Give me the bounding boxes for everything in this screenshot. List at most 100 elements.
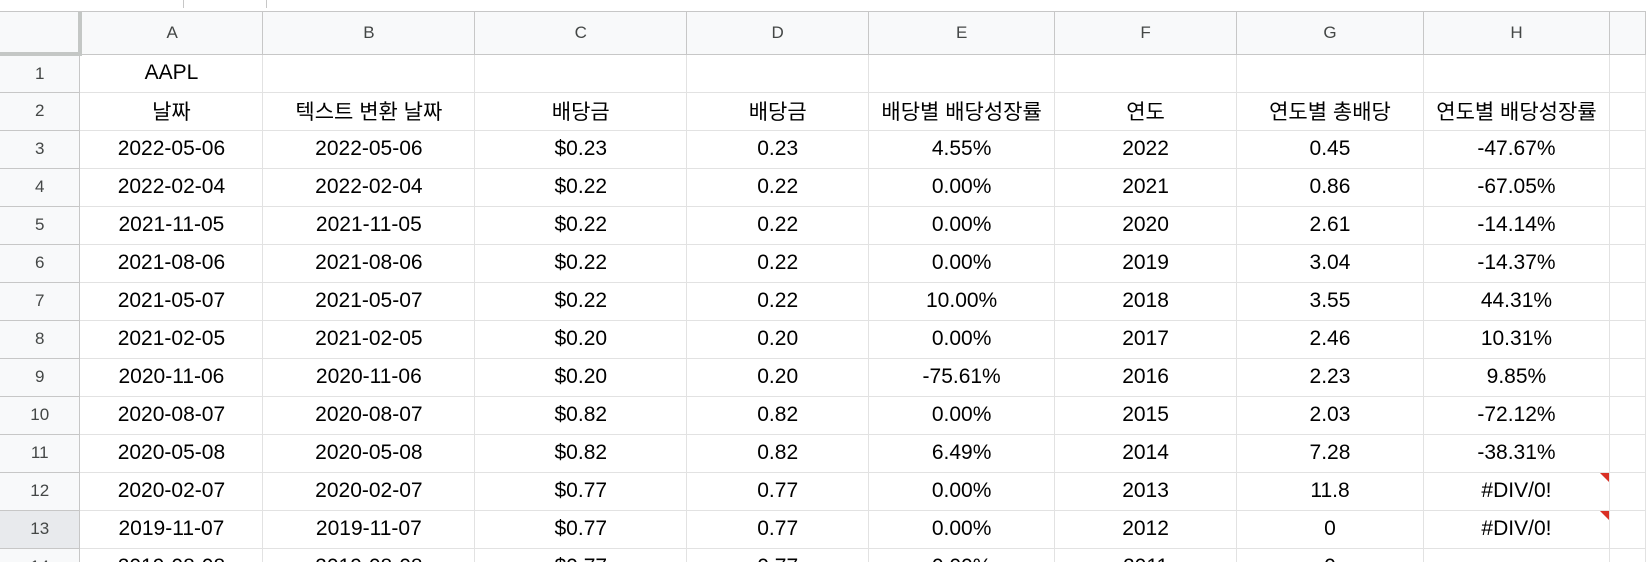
cell-a12[interactable]: 2020-02-07: [79, 472, 264, 511]
cell-a7[interactable]: 2021-05-07: [79, 282, 264, 321]
cell-b7[interactable]: 2021-05-07: [262, 282, 476, 321]
cell-overflow[interactable]: [1609, 130, 1646, 169]
cell-overflow[interactable]: [1609, 358, 1646, 397]
cell-b10[interactable]: 2020-08-07: [262, 396, 476, 435]
column-header-b[interactable]: B: [262, 12, 476, 55]
cell-a4[interactable]: 2022-02-04: [79, 168, 264, 207]
cell-h6[interactable]: -14.37%: [1423, 244, 1610, 283]
cell-overflow[interactable]: [1609, 434, 1646, 473]
cell-g4[interactable]: 0.86: [1236, 168, 1424, 207]
cell-h2[interactable]: 연도별 배당성장률: [1423, 92, 1610, 131]
cell-f13[interactable]: 2012: [1054, 510, 1238, 549]
cell-overflow[interactable]: [1609, 320, 1646, 359]
cell-d8[interactable]: 0.20: [686, 320, 870, 359]
cell-a13[interactable]: 2019-11-07: [79, 510, 264, 549]
cell-e10[interactable]: 0.00%: [868, 396, 1056, 435]
cell-e2[interactable]: 배당별 배당성장률: [868, 92, 1056, 131]
column-header-g[interactable]: G: [1236, 12, 1424, 55]
column-header-f[interactable]: F: [1054, 12, 1238, 55]
row-header[interactable]: 4: [0, 168, 81, 207]
cell-d7[interactable]: 0.22: [686, 282, 870, 321]
column-header-e[interactable]: E: [868, 12, 1056, 55]
row-header[interactable]: 3: [0, 130, 81, 169]
cell-g9[interactable]: 2.23: [1236, 358, 1424, 397]
cell-overflow[interactable]: [1609, 206, 1646, 245]
cell-e8[interactable]: 0.00%: [868, 320, 1056, 359]
cell-c3[interactable]: $0.23: [474, 130, 688, 169]
row-header[interactable]: 14: [0, 548, 81, 562]
row-header[interactable]: 13: [0, 510, 81, 549]
cell-e7[interactable]: 10.00%: [868, 282, 1056, 321]
column-header-overflow[interactable]: [1609, 12, 1646, 55]
cell-g6[interactable]: 3.04: [1236, 244, 1424, 283]
cell-g3[interactable]: 0.45: [1236, 130, 1424, 169]
cell-c13[interactable]: $0.77: [474, 510, 688, 549]
cell-h10[interactable]: -72.12%: [1423, 396, 1610, 435]
cell-f1[interactable]: [1054, 54, 1238, 93]
cell-a5[interactable]: 2021-11-05: [79, 206, 264, 245]
cell-d13[interactable]: 0.77: [686, 510, 870, 549]
cell-d5[interactable]: 0.22: [686, 206, 870, 245]
cell-overflow[interactable]: [1609, 244, 1646, 283]
cell-e5[interactable]: 0.00%: [868, 206, 1056, 245]
cell-b2[interactable]: 텍스트 변환 날짜: [262, 92, 476, 131]
cell-a14[interactable]: 2019-08-08: [79, 548, 264, 562]
cell-d4[interactable]: 0.22: [686, 168, 870, 207]
cell-g14[interactable]: 0: [1236, 548, 1424, 562]
row-header[interactable]: 12: [0, 472, 81, 511]
cell-d11[interactable]: 0.82: [686, 434, 870, 473]
cell-a11[interactable]: 2020-05-08: [79, 434, 264, 473]
cell-h7[interactable]: 44.31%: [1423, 282, 1610, 321]
cell-a2[interactable]: 날짜: [79, 92, 264, 131]
cell-f12[interactable]: 2013: [1054, 472, 1238, 511]
column-header-h[interactable]: H: [1423, 12, 1610, 55]
cell-g1[interactable]: [1236, 54, 1424, 93]
cell-grid[interactable]: ABCDEFGH 1 AAPL 2 날짜 텍스트 변환 날짜 배당금 배당금 배당별 배당성장…: [0, 12, 1646, 562]
cell-a10[interactable]: 2020-08-07: [79, 396, 264, 435]
cell-b5[interactable]: 2021-11-05: [262, 206, 476, 245]
cell-b13[interactable]: 2019-11-07: [262, 510, 476, 549]
row-header[interactable]: 1: [0, 54, 81, 93]
spreadsheet[interactable]: ABCDEFGH 1 AAPL 2 날짜 텍스트 변환 날짜 배당금 배당금 배당별 배당성장…: [0, 0, 1646, 562]
cell-c6[interactable]: $0.22: [474, 244, 688, 283]
cell-a3[interactable]: 2022-05-06: [79, 130, 264, 169]
cell-b14[interactable]: 2019-08-08: [262, 548, 476, 562]
cell-h13[interactable]: #DIV/0!: [1423, 510, 1610, 549]
cell-f5[interactable]: 2020: [1054, 206, 1238, 245]
cell-g2[interactable]: 연도별 총배당: [1236, 92, 1424, 131]
cell-e12[interactable]: 0.00%: [868, 472, 1056, 511]
cell-g11[interactable]: 7.28: [1236, 434, 1424, 473]
cell-overflow[interactable]: [1609, 168, 1646, 207]
cell-d9[interactable]: 0.20: [686, 358, 870, 397]
cell-c11[interactable]: $0.82: [474, 434, 688, 473]
cell-overflow[interactable]: [1609, 282, 1646, 321]
cell-b8[interactable]: 2021-02-05: [262, 320, 476, 359]
cell-overflow[interactable]: [1609, 92, 1646, 131]
cell-e1[interactable]: [868, 54, 1056, 93]
cell-b1[interactable]: [262, 54, 476, 93]
cell-f9[interactable]: 2016: [1054, 358, 1238, 397]
cell-overflow[interactable]: [1609, 396, 1646, 435]
cell-g10[interactable]: 2.03: [1236, 396, 1424, 435]
column-header-d[interactable]: D: [686, 12, 870, 55]
cell-h8[interactable]: 10.31%: [1423, 320, 1610, 359]
cell-overflow[interactable]: [1609, 510, 1646, 549]
cell-overflow[interactable]: [1609, 472, 1646, 511]
cell-d1[interactable]: [686, 54, 870, 93]
row-header[interactable]: 9: [0, 358, 81, 397]
cell-c10[interactable]: $0.82: [474, 396, 688, 435]
cell-a9[interactable]: 2020-11-06: [79, 358, 264, 397]
cell-g7[interactable]: 3.55: [1236, 282, 1424, 321]
cell-b6[interactable]: 2021-08-06: [262, 244, 476, 283]
cell-g13[interactable]: 0: [1236, 510, 1424, 549]
cell-c5[interactable]: $0.22: [474, 206, 688, 245]
cell-f7[interactable]: 2018: [1054, 282, 1238, 321]
cell-c1[interactable]: [474, 54, 688, 93]
cell-g12[interactable]: 11.8: [1236, 472, 1424, 511]
cell-g5[interactable]: 2.61: [1236, 206, 1424, 245]
row-header[interactable]: 8: [0, 320, 81, 359]
cell-d3[interactable]: 0.23: [686, 130, 870, 169]
cell-f2[interactable]: 연도: [1054, 92, 1238, 131]
cell-b4[interactable]: 2022-02-04: [262, 168, 476, 207]
select-all-corner[interactable]: [0, 12, 82, 56]
